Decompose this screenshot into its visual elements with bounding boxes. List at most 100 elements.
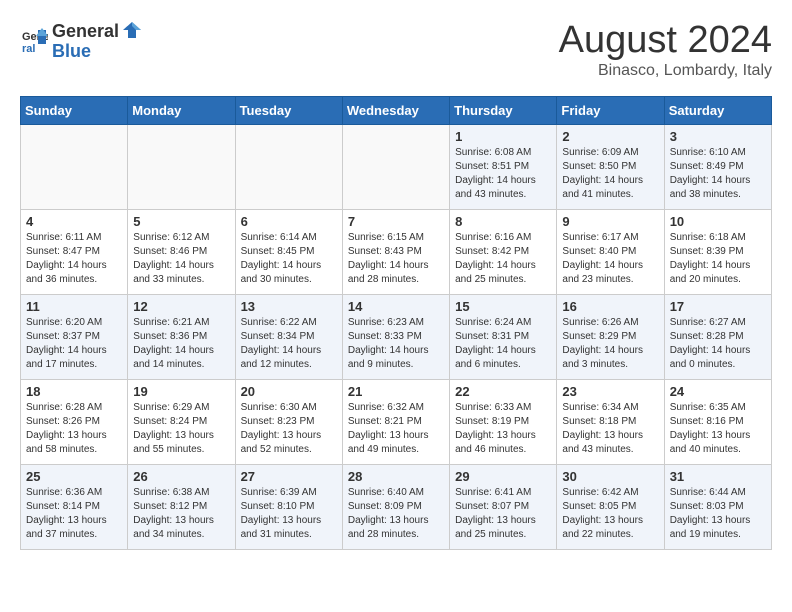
logo-general: General [52,22,119,40]
day-number: 26 [133,469,229,484]
day-number: 22 [455,384,551,399]
day-info: Sunrise: 6:32 AM Sunset: 8:21 PM Dayligh… [348,401,444,457]
calendar-week-row: 25 Sunrise: 6:36 AM Sunset: 8:14 PM Dayli… [21,464,772,549]
calendar-week-row: 11 Sunrise: 6:20 AM Sunset: 8:37 PM Dayli… [21,294,772,379]
calendar-cell: 3 Sunrise: 6:10 AM Sunset: 8:49 PM Daylig… [664,124,771,209]
logo-blue: Blue [52,42,143,60]
column-header-friday: Friday [557,96,664,124]
calendar-cell: 19 Sunrise: 6:29 AM Sunset: 8:24 PM Dayli… [128,379,235,464]
day-info: Sunrise: 6:30 AM Sunset: 8:23 PM Dayligh… [241,401,337,457]
logo-icon: Gene ral [20,26,48,54]
calendar-cell: 20 Sunrise: 6:30 AM Sunset: 8:23 PM Dayli… [235,379,342,464]
day-number: 9 [562,214,658,229]
column-header-sunday: Sunday [21,96,128,124]
day-number: 31 [670,469,766,484]
calendar-cell [342,124,449,209]
page-header: Gene ral General Blue August 2024 Binasc… [20,20,772,80]
day-number: 10 [670,214,766,229]
column-header-monday: Monday [128,96,235,124]
calendar-cell: 17 Sunrise: 6:27 AM Sunset: 8:28 PM Dayli… [664,294,771,379]
day-info: Sunrise: 6:15 AM Sunset: 8:43 PM Dayligh… [348,231,444,287]
calendar-cell [128,124,235,209]
calendar-cell: 8 Sunrise: 6:16 AM Sunset: 8:42 PM Daylig… [450,209,557,294]
column-header-thursday: Thursday [450,96,557,124]
calendar-week-row: 1Sunrise: 6:08 AM Sunset: 8:51 PM Daylig… [21,124,772,209]
day-number: 3 [670,129,766,144]
day-number: 24 [670,384,766,399]
day-info: Sunrise: 6:26 AM Sunset: 8:29 PM Dayligh… [562,316,658,372]
day-info: Sunrise: 6:22 AM Sunset: 8:34 PM Dayligh… [241,316,337,372]
day-number: 5 [133,214,229,229]
day-number: 11 [26,299,122,314]
day-number: 17 [670,299,766,314]
calendar-cell: 12 Sunrise: 6:21 AM Sunset: 8:36 PM Dayli… [128,294,235,379]
day-info: Sunrise: 6:36 AM Sunset: 8:14 PM Dayligh… [26,486,122,542]
calendar-cell: 28 Sunrise: 6:40 AM Sunset: 8:09 PM Dayli… [342,464,449,549]
day-info: Sunrise: 6:12 AM Sunset: 8:46 PM Dayligh… [133,231,229,287]
day-number: 21 [348,384,444,399]
calendar-cell: 4 Sunrise: 6:11 AM Sunset: 8:47 PM Daylig… [21,209,128,294]
day-number: 27 [241,469,337,484]
calendar-cell: 13 Sunrise: 6:22 AM Sunset: 8:34 PM Dayli… [235,294,342,379]
day-number: 25 [26,469,122,484]
calendar-cell: 22 Sunrise: 6:33 AM Sunset: 8:19 PM Dayli… [450,379,557,464]
day-number: 1 [455,129,551,144]
calendar-header-row: SundayMondayTuesdayWednesdayThursdayFrid… [21,96,772,124]
day-number: 6 [241,214,337,229]
location-title: Binasco, Lombardy, Italy [559,62,772,80]
day-info: Sunrise: 6:09 AM Sunset: 8:50 PM Dayligh… [562,146,658,202]
calendar-cell: 23Sunrise: 6:34 AM Sunset: 8:18 PM Dayli… [557,379,664,464]
day-info: Sunrise: 6:24 AM Sunset: 8:31 PM Dayligh… [455,316,551,372]
day-info: Sunrise: 6:42 AM Sunset: 8:05 PM Dayligh… [562,486,658,542]
calendar-cell: 24 Sunrise: 6:35 AM Sunset: 8:16 PM Dayli… [664,379,771,464]
calendar-cell: 7 Sunrise: 6:15 AM Sunset: 8:43 PM Daylig… [342,209,449,294]
day-number: 12 [133,299,229,314]
calendar-cell: 16Sunrise: 6:26 AM Sunset: 8:29 PM Dayli… [557,294,664,379]
column-header-tuesday: Tuesday [235,96,342,124]
day-number: 7 [348,214,444,229]
calendar-cell: 11 Sunrise: 6:20 AM Sunset: 8:37 PM Dayli… [21,294,128,379]
day-number: 2 [562,129,658,144]
day-number: 18 [26,384,122,399]
day-number: 29 [455,469,551,484]
day-number: 13 [241,299,337,314]
day-info: Sunrise: 6:10 AM Sunset: 8:49 PM Dayligh… [670,146,766,202]
calendar-cell: 14Sunrise: 6:23 AM Sunset: 8:33 PM Dayli… [342,294,449,379]
logo: Gene ral General Blue [20,20,143,60]
calendar-cell: 21 Sunrise: 6:32 AM Sunset: 8:21 PM Dayli… [342,379,449,464]
day-info: Sunrise: 6:20 AM Sunset: 8:37 PM Dayligh… [26,316,122,372]
calendar-table: SundayMondayTuesdayWednesdayThursdayFrid… [20,96,772,550]
day-info: Sunrise: 6:11 AM Sunset: 8:47 PM Dayligh… [26,231,122,287]
day-number: 15 [455,299,551,314]
day-info: Sunrise: 6:38 AM Sunset: 8:12 PM Dayligh… [133,486,229,542]
calendar-cell [21,124,128,209]
calendar-cell: 29 Sunrise: 6:41 AM Sunset: 8:07 PM Dayli… [450,464,557,549]
calendar-cell: 10Sunrise: 6:18 AM Sunset: 8:39 PM Dayli… [664,209,771,294]
day-number: 19 [133,384,229,399]
logo-text: General Blue [52,20,143,60]
day-info: Sunrise: 6:23 AM Sunset: 8:33 PM Dayligh… [348,316,444,372]
svg-text:ral: ral [22,43,35,54]
calendar-cell: 31Sunrise: 6:44 AM Sunset: 8:03 PM Dayli… [664,464,771,549]
day-info: Sunrise: 6:27 AM Sunset: 8:28 PM Dayligh… [670,316,766,372]
calendar-cell: 27Sunrise: 6:39 AM Sunset: 8:10 PM Dayli… [235,464,342,549]
day-info: Sunrise: 6:40 AM Sunset: 8:09 PM Dayligh… [348,486,444,542]
calendar-week-row: 4 Sunrise: 6:11 AM Sunset: 8:47 PM Daylig… [21,209,772,294]
calendar-cell: 30Sunrise: 6:42 AM Sunset: 8:05 PM Dayli… [557,464,664,549]
day-number: 28 [348,469,444,484]
calendar-cell: 9Sunrise: 6:17 AM Sunset: 8:40 PM Daylig… [557,209,664,294]
calendar-cell: 18Sunrise: 6:28 AM Sunset: 8:26 PM Dayli… [21,379,128,464]
day-info: Sunrise: 6:35 AM Sunset: 8:16 PM Dayligh… [670,401,766,457]
calendar-week-row: 18Sunrise: 6:28 AM Sunset: 8:26 PM Dayli… [21,379,772,464]
title-area: August 2024 Binasco, Lombardy, Italy [559,20,772,80]
day-number: 4 [26,214,122,229]
day-info: Sunrise: 6:21 AM Sunset: 8:36 PM Dayligh… [133,316,229,372]
day-number: 8 [455,214,551,229]
calendar-cell: 15 Sunrise: 6:24 AM Sunset: 8:31 PM Dayli… [450,294,557,379]
day-info: Sunrise: 6:16 AM Sunset: 8:42 PM Dayligh… [455,231,551,287]
day-number: 23 [562,384,658,399]
day-number: 20 [241,384,337,399]
day-info: Sunrise: 6:33 AM Sunset: 8:19 PM Dayligh… [455,401,551,457]
day-info: Sunrise: 6:29 AM Sunset: 8:24 PM Dayligh… [133,401,229,457]
day-info: Sunrise: 6:41 AM Sunset: 8:07 PM Dayligh… [455,486,551,542]
